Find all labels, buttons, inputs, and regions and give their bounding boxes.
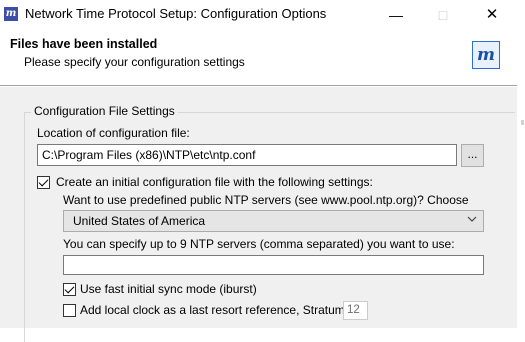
servers-input[interactable]: [63, 255, 484, 275]
window-title: Network Time Protocol Setup: Configurati…: [25, 6, 327, 21]
header-title: Files have been installed: [10, 37, 158, 51]
wizard-header: Files have been installed Please specify…: [0, 30, 525, 80]
maximize-icon: □: [438, 7, 448, 23]
country-select[interactable]: United States of America: [63, 210, 484, 232]
m-logo-icon: m: [472, 41, 500, 69]
local-clock-label: Add local clock as a last resort referen…: [80, 303, 349, 317]
location-label: Location of configuration file:: [37, 126, 190, 140]
minimize-icon: —: [389, 7, 403, 23]
group-label: Configuration File Settings: [31, 104, 178, 118]
chevron-down-icon: [467, 216, 477, 222]
config-location-input[interactable]: C:\Program Files (x86)\NTP\etc\ntp.conf: [37, 144, 457, 166]
local-clock-checkbox[interactable]: [63, 304, 76, 317]
minimize-button[interactable]: —: [373, 0, 419, 30]
maximize-button[interactable]: □: [420, 0, 466, 30]
window-edge: [517, 30, 525, 328]
header-subtitle: Please specify your configuration settin…: [24, 55, 245, 69]
fast-sync-label: Use fast initial sync mode (iburst): [80, 282, 257, 296]
app-m-logo-icon: m: [4, 7, 18, 21]
close-button[interactable]: ✕: [469, 0, 515, 30]
servers-label: You can specify up to 9 NTP servers (com…: [63, 237, 455, 251]
close-icon: ✕: [485, 6, 499, 23]
predefined-servers-label: Want to use predefined public NTP server…: [63, 193, 469, 207]
stratum-input[interactable]: 12: [343, 301, 368, 320]
country-select-value: United States of America: [73, 214, 206, 228]
create-initial-label: Create an initial configuration file wit…: [56, 175, 373, 189]
browse-button[interactable]: ...: [461, 144, 484, 167]
create-initial-checkbox[interactable]: [37, 176, 50, 189]
title-bar: m Network Time Protocol Setup: Configura…: [0, 0, 525, 30]
fast-sync-checkbox[interactable]: [63, 283, 76, 296]
